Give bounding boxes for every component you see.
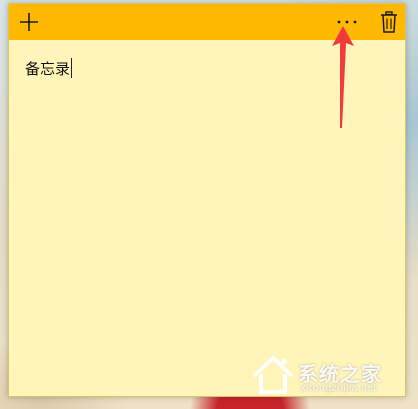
more-button[interactable]: [331, 4, 363, 40]
note-content: 备忘录: [25, 60, 71, 78]
new-note-button[interactable]: [13, 4, 45, 40]
more-horizontal-icon: [337, 20, 357, 24]
sticky-note-window: 备忘录: [8, 3, 406, 397]
note-text-area[interactable]: 备忘录: [9, 40, 405, 396]
plus-icon: [20, 13, 38, 31]
delete-note-button[interactable]: [373, 4, 405, 40]
text-caret: [71, 58, 73, 78]
note-title-bar[interactable]: [9, 4, 405, 40]
trash-icon: [381, 11, 397, 33]
